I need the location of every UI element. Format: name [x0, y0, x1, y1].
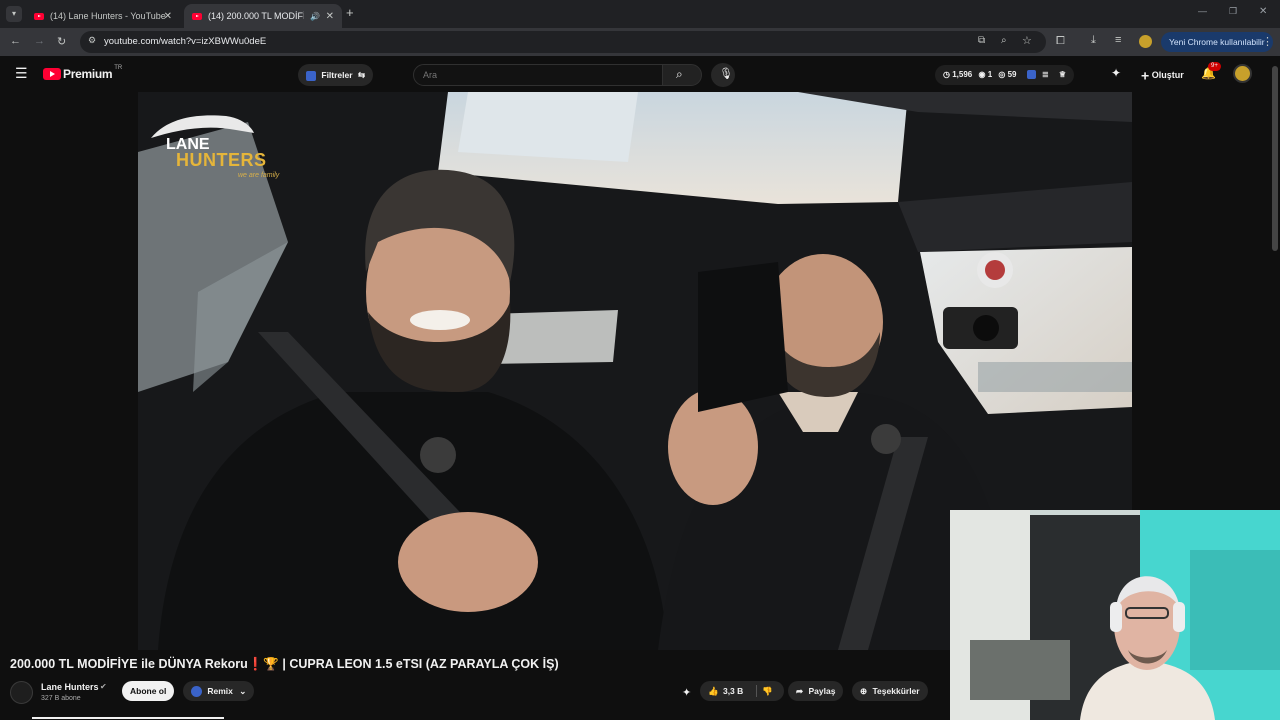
- gem-action-icon[interactable]: ✦: [682, 686, 691, 699]
- divider: [756, 685, 757, 697]
- verified-badge-icon: ✔: [100, 682, 107, 691]
- chrome-update-button[interactable]: Yeni Chrome kullanılabilir: [1161, 32, 1273, 52]
- cast-icon[interactable]: ⧉: [978, 35, 985, 46]
- voice-search-button[interactable]: 🎙: [711, 63, 735, 87]
- webcam-frame: [950, 510, 1280, 720]
- tab-lane-hunters[interactable]: (14) Lane Hunters - YouTube ✕: [26, 4, 180, 28]
- like-stat-icon: ◉: [978, 70, 986, 79]
- tab-search-button[interactable]: ▾: [6, 6, 22, 22]
- thumbs-down-icon: 👎: [762, 686, 773, 696]
- close-tab-icon[interactable]: ✕: [164, 11, 172, 22]
- thumbs-up-icon: 👍: [708, 686, 719, 696]
- thanks-label: Teşekkürler: [872, 686, 920, 696]
- subscribe-button[interactable]: Abone ol: [122, 681, 175, 701]
- close-window-icon[interactable]: ✕: [1259, 6, 1267, 17]
- eye-icon: ◎: [998, 70, 1006, 79]
- restore-window-icon[interactable]: ❐: [1229, 6, 1237, 17]
- logo-region: TR: [114, 65, 123, 71]
- tab-label: (14) Lane Hunters - YouTube: [50, 11, 166, 21]
- reload-icon[interactable]: ↻: [57, 35, 66, 48]
- like-count: 3,3 B: [722, 686, 744, 696]
- video-title: 200.000 TL MODİFİYE ile DÜNYA Rekoru❗🏆 |…: [10, 657, 559, 671]
- watermark-hunters: HUNTERS: [176, 150, 267, 170]
- profile-avatar[interactable]: [1139, 35, 1152, 48]
- notification-badge: 9+: [1208, 62, 1221, 71]
- thanks-icon: ⊕: [860, 686, 868, 696]
- tab-label: (14) 200.000 TL MODİFİYE i: [208, 11, 304, 21]
- search-box[interactable]: [413, 64, 663, 86]
- stat-views: 1,596: [952, 70, 973, 79]
- account-avatar[interactable]: [1233, 64, 1252, 83]
- channel-name[interactable]: Lane Hunters: [41, 682, 99, 692]
- chevron-down-icon: ⌄: [239, 686, 247, 696]
- bookmark-star-icon[interactable]: ☆: [1022, 34, 1032, 47]
- downloads-icon[interactable]: ⤓: [1091, 34, 1096, 47]
- tab-video[interactable]: (14) 200.000 TL MODİFİYE i 🔊 ✕: [184, 4, 342, 28]
- create-label: Oluştur: [1151, 70, 1184, 80]
- url-text[interactable]: youtube.com/watch?v=izXBWWu0deE: [104, 36, 266, 47]
- youtube-favicon-icon: [192, 12, 202, 20]
- like-button[interactable]: 👍 3,3 B: [708, 681, 743, 701]
- list-icon: ≣: [1041, 70, 1049, 79]
- hamburger-menu-icon[interactable]: ☰: [15, 65, 28, 82]
- chrome-menu-icon[interactable]: ⋮: [1262, 35, 1273, 48]
- stat-viewing: 59: [1007, 70, 1017, 79]
- stat-likes: 1: [987, 70, 993, 79]
- youtube-logo[interactable]: Premium TR: [43, 65, 123, 81]
- subscribe-label: Abone ol: [130, 686, 167, 696]
- dislike-button[interactable]: 👎: [762, 681, 773, 701]
- filters-label: Filtreler: [321, 70, 353, 80]
- thanks-button[interactable]: ⊕ Teşekkürler: [852, 681, 928, 701]
- channel-avatar[interactable]: [10, 681, 33, 704]
- channel-watermark-logo: LANE HUNTERS we are family: [146, 108, 296, 179]
- clock-icon: ◷: [943, 70, 950, 79]
- page-scrollbar[interactable]: [1272, 66, 1278, 251]
- create-button[interactable]: + Oluştur: [1135, 64, 1190, 86]
- browser-toolbar: ← → ↻ ⚙ youtube.com/watch?v=izXBWWu0deE …: [0, 28, 1280, 56]
- forward-icon[interactable]: →: [34, 35, 45, 47]
- extension-stats-bar[interactable]: ◷ 1,596 ◉ 1 ◎ 59 ≣ ♕: [935, 65, 1075, 85]
- youtube-masthead: ☰ Premium TR Filtreler ⇆ ⌕ 🎙 ◷ 1,596 ◉ 1…: [0, 56, 1280, 92]
- audio-playing-icon[interactable]: 🔊: [310, 12, 320, 21]
- remix-label: Remix: [207, 686, 233, 696]
- zoom-icon[interactable]: ⌕: [1001, 35, 1007, 46]
- reading-list-icon[interactable]: ≡: [1115, 34, 1121, 46]
- subscriber-count: 327 B abone: [41, 695, 81, 702]
- webcam-overlay: [950, 510, 1280, 720]
- filter-extension-icon: [306, 70, 316, 81]
- youtube-favicon-icon: [34, 12, 44, 20]
- filters-button[interactable]: Filtreler ⇆: [298, 64, 374, 86]
- logo-text: Premium: [63, 67, 113, 81]
- share-icon: ➦: [796, 686, 804, 696]
- share-label: Paylaş: [808, 686, 836, 696]
- plus-icon: +: [1141, 67, 1150, 84]
- site-info-icon[interactable]: ⚙: [88, 35, 96, 46]
- back-icon[interactable]: ←: [10, 35, 21, 47]
- new-tab-button[interactable]: +: [346, 5, 354, 20]
- search-input[interactable]: [423, 68, 653, 82]
- browser-tab-strip: ▾ (14) Lane Hunters - YouTube ✕ (14) 200…: [0, 0, 1280, 28]
- like-dislike-group: 👍 3,3 B 👎: [700, 681, 784, 701]
- share-button[interactable]: ➦ Paylaş: [788, 681, 844, 701]
- extensions-icon[interactable]: ⧠: [1056, 35, 1065, 48]
- remix-extension-icon: [191, 686, 202, 698]
- microphone-icon: 🎙: [719, 68, 733, 80]
- filter-sliders-icon: ⇆: [357, 70, 366, 80]
- award-icon: ♕: [1058, 70, 1067, 79]
- address-bar[interactable]: ⚙ youtube.com/watch?v=izXBWWu0deE ⧉ ⌕ ☆: [80, 31, 1046, 53]
- search-icon: ⌕: [676, 67, 683, 81]
- extension-icon: [1026, 70, 1036, 80]
- create-gem-icon[interactable]: ✦: [1111, 66, 1121, 80]
- youtube-play-icon: [43, 68, 61, 80]
- remix-button[interactable]: Remix ⌄: [183, 681, 255, 701]
- minimize-window-icon[interactable]: —: [1198, 6, 1207, 16]
- search-button[interactable]: ⌕: [662, 64, 702, 86]
- close-tab-icon[interactable]: ✕: [326, 11, 334, 22]
- watermark-tagline: we are family: [238, 172, 280, 179]
- bottom-loading-bar: [32, 717, 224, 719]
